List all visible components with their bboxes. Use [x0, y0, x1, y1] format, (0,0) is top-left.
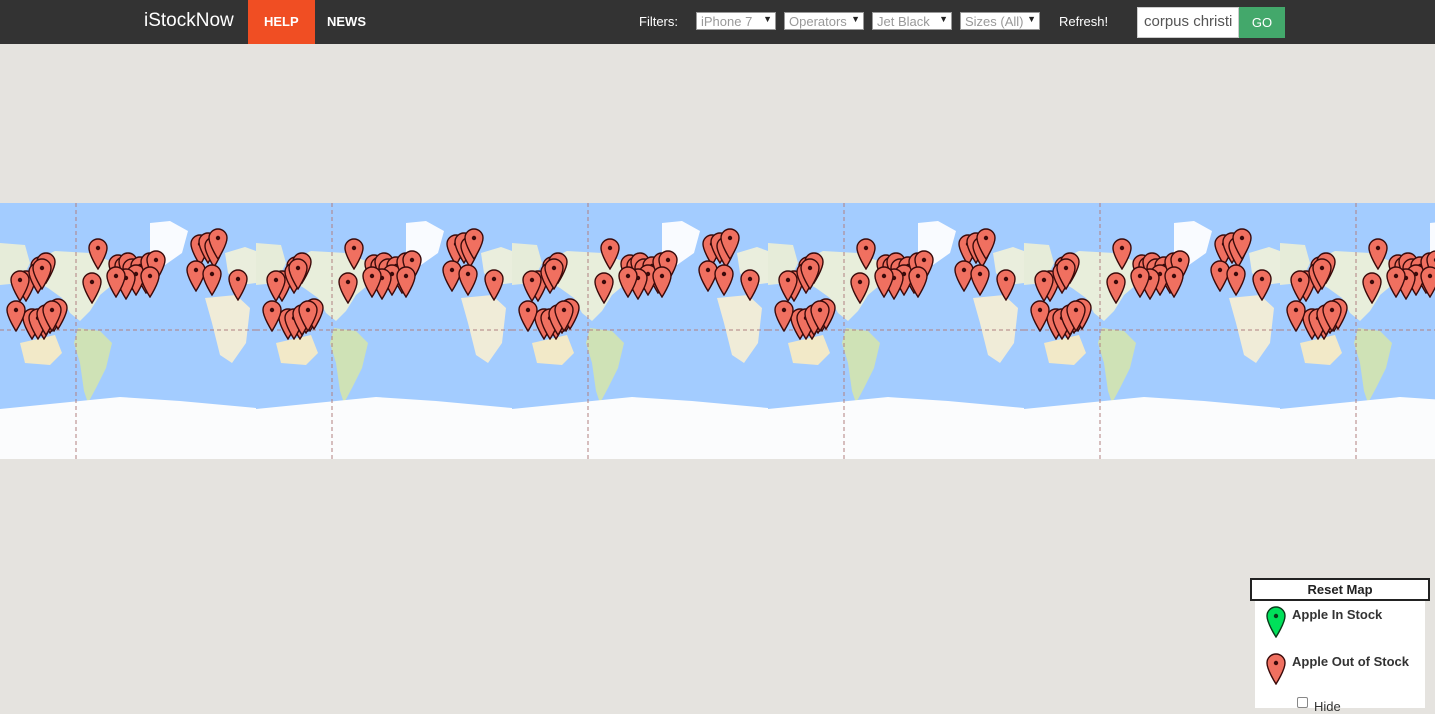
brand-logo[interactable]: iStockNow	[144, 10, 234, 32]
legend-panel: Apple In Stock Apple Out of Stock Hide	[1255, 601, 1425, 714]
sizes-select-value: Sizes (All)	[965, 14, 1024, 29]
nav-help-link[interactable]: HELP	[248, 0, 315, 44]
map-marker-green-icon	[1266, 606, 1286, 638]
operators-select-value: Operators	[789, 14, 847, 29]
location-search-input[interactable]: corpus christi	[1137, 7, 1239, 38]
color-select-value: Jet Black	[877, 14, 930, 29]
sizes-select[interactable]: Sizes (All) ▼	[960, 12, 1040, 30]
dropdown-arrow-icon: ▼	[1027, 14, 1036, 24]
map-marker-red-icon	[1266, 653, 1286, 685]
dropdown-arrow-icon: ▼	[939, 14, 948, 24]
top-navbar: iStockNow HELP NEWS Filters: iPhone 7 ▼ …	[0, 0, 1435, 44]
model-select-value: iPhone 7	[701, 14, 753, 29]
reset-map-button[interactable]: Reset Map	[1250, 578, 1430, 601]
map-tile	[1280, 203, 1435, 459]
nav-news-link[interactable]: NEWS	[311, 0, 382, 44]
world-map[interactable]	[0, 203, 1435, 459]
refresh-link[interactable]: Refresh!	[1059, 14, 1108, 29]
operators-select[interactable]: Operators ▼	[784, 12, 864, 30]
hide-label: Hide	[1314, 699, 1341, 714]
dropdown-arrow-icon: ▼	[763, 14, 772, 24]
map-legend: Reset Map Apple In Stock Apple Out of St…	[1250, 578, 1430, 714]
hide-checkbox[interactable]	[1297, 697, 1308, 708]
dropdown-arrow-icon: ▼	[851, 14, 860, 24]
color-select[interactable]: Jet Black ▼	[872, 12, 952, 30]
model-select[interactable]: iPhone 7 ▼	[696, 12, 776, 30]
legend-in-stock-label: Apple In Stock	[1292, 607, 1383, 622]
legend-out-of-stock-label: Apple Out of Stock	[1292, 654, 1409, 669]
filters-label: Filters:	[639, 14, 678, 29]
go-button[interactable]: GO	[1239, 7, 1285, 38]
